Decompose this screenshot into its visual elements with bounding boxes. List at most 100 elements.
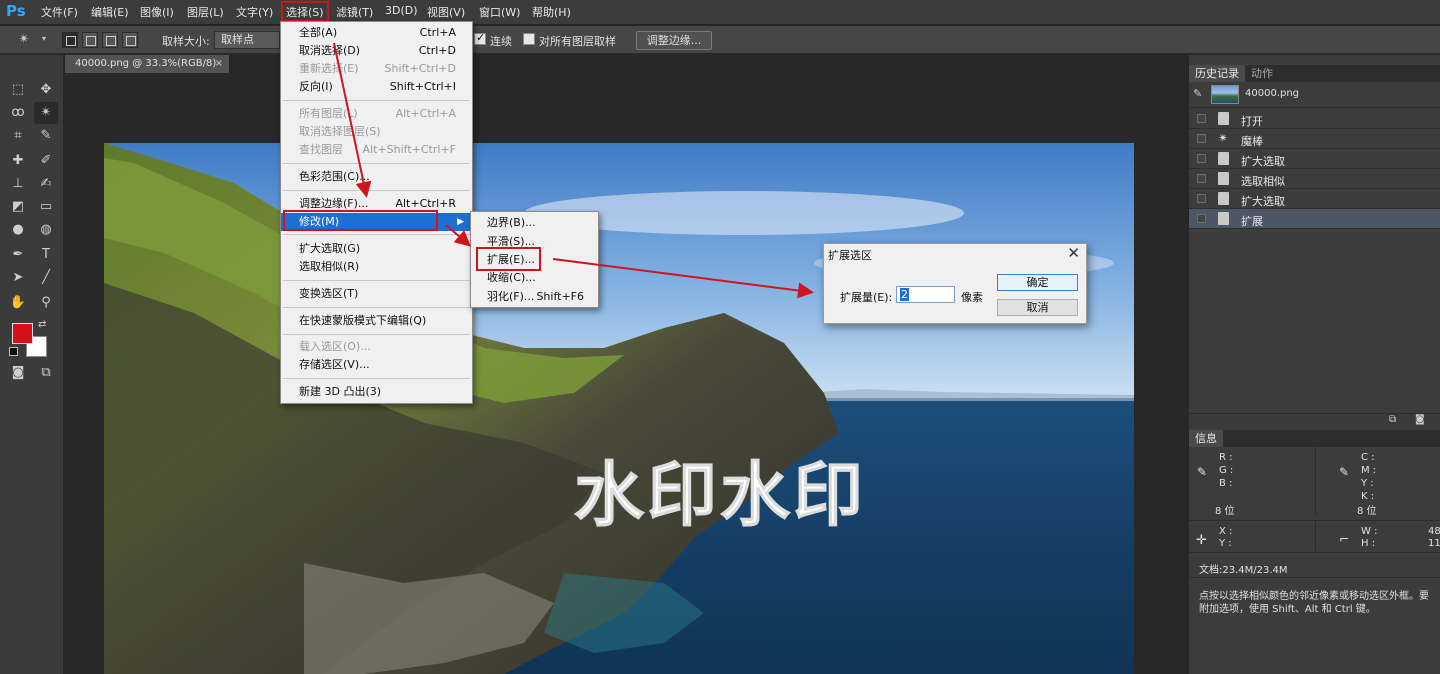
document-canvas[interactable]: 水印水印 [104, 143, 1134, 674]
cancel-button[interactable]: 取消 [997, 299, 1078, 316]
preset-dropdown-arrow-icon[interactable]: ▾ [42, 34, 46, 43]
menu-window[interactable]: 窗口(W) [479, 4, 520, 20]
tab-actions[interactable]: 动作 [1245, 65, 1279, 82]
close-icon[interactable]: ✕ [1067, 244, 1080, 262]
menu-item-quick-mask-edit[interactable]: 在快速蒙版模式下编辑(Q) [281, 312, 472, 330]
clone-stamp-tool-icon[interactable]: ⊥ [6, 173, 30, 195]
swap-colors-icon[interactable]: ⇄ [38, 319, 46, 330]
expand-amount-input[interactable]: 2 [896, 286, 955, 303]
history-state-selected[interactable]: 扩展 [1189, 209, 1440, 229]
submenu-item-border[interactable]: 边界(B)... [471, 214, 598, 232]
eyedropper-tool-icon[interactable]: ✎ [34, 125, 58, 147]
menu-item-deselect[interactable]: 取消选择(D) Ctrl+D [281, 42, 472, 60]
menu-separator [283, 280, 470, 281]
magic-wand-tool-icon[interactable]: ✴ [34, 102, 58, 124]
menu-view[interactable]: 视图(V) [427, 4, 465, 20]
default-colors-icon[interactable] [9, 347, 18, 356]
menu-item-inverse[interactable]: 反向(I) Shift+Ctrl+I [281, 78, 472, 96]
menu-3d[interactable]: 3D(D) [385, 4, 418, 17]
menu-item-grow[interactable]: 扩大选取(G) [281, 240, 472, 258]
close-icon[interactable]: × [215, 55, 223, 73]
menu-item-load-selection[interactable]: 载入选区(O)... [281, 338, 472, 356]
menu-filter[interactable]: 滤镜(T) [336, 4, 373, 20]
history-state[interactable]: 扩大选取 [1189, 189, 1440, 209]
info-hint-line-2: 附加选项，使用 Shift、Alt 和 Ctrl 键。 [1199, 604, 1376, 615]
menu-type[interactable]: 文字(Y) [236, 4, 273, 20]
menu-item-save-selection[interactable]: 存储选区(V)... [281, 356, 472, 374]
photoshop-logo: Ps [6, 2, 26, 20]
sample-size-select[interactable]: 取样点 [214, 31, 280, 49]
menu-item-color-range[interactable]: 色彩范围(C)... [281, 168, 472, 186]
lasso-tool-icon[interactable]: ꝏ [6, 102, 30, 124]
history-state[interactable]: 扩大选取 [1189, 149, 1440, 169]
path-selection-tool-icon[interactable]: ➤ [6, 267, 30, 289]
zoom-tool-icon[interactable]: ⚲ [34, 292, 58, 314]
history-snapshot[interactable]: ✎ 40000.png [1189, 82, 1440, 108]
camera-icon[interactable]: ◙ [1415, 414, 1425, 425]
crop-tool-icon[interactable]: ⌗ [6, 125, 30, 147]
info-y-label: Y : [1361, 478, 1374, 489]
document-icon [1218, 112, 1229, 125]
info-h-label: H : [1361, 538, 1376, 549]
new-selection-icon[interactable] [62, 32, 78, 48]
pen-tool-icon[interactable]: ✒ [6, 244, 30, 266]
refine-edge-button[interactable]: 调整边缘... [636, 31, 712, 50]
menu-help[interactable]: 帮助(H) [532, 4, 571, 20]
history-checkbox[interactable] [1197, 194, 1206, 203]
snapshot-thumbnail [1211, 85, 1239, 104]
document-tab[interactable]: 40000.png @ 33.3%(RGB/8) × [65, 55, 230, 73]
menu-item-deselect-layers[interactable]: 取消选择图层(S) [281, 123, 472, 141]
type-tool-icon[interactable]: T [34, 244, 58, 266]
menu-item-select-all[interactable]: 全部(A) Ctrl+A [281, 24, 472, 42]
sample-all-layers-checkbox[interactable] [523, 33, 535, 45]
line-tool-icon[interactable]: ╱ [34, 267, 58, 289]
hand-tool-icon[interactable]: ✋ [6, 292, 30, 314]
menu-item-all-layers[interactable]: 所有图层(L) Alt+Ctrl+A [281, 105, 472, 123]
eraser-tool-icon[interactable]: ◩ [6, 196, 30, 218]
magic-wand-preset-icon[interactable]: ✴ [12, 29, 36, 51]
menu-item-find-layers[interactable]: 查找图层 Alt+Shift+Ctrl+F [281, 141, 472, 159]
foreground-color-swatch[interactable] [12, 323, 33, 344]
ok-button[interactable]: 确定 [997, 274, 1078, 291]
menu-item-transform-selection[interactable]: 变换选区(T) [281, 285, 472, 303]
healing-brush-tool-icon[interactable]: ✚ [6, 150, 30, 172]
tab-info[interactable]: 信息 [1189, 430, 1223, 447]
move-tool-icon[interactable]: ✥ [34, 79, 58, 101]
history-state[interactable]: 选取相似 [1189, 169, 1440, 189]
submenu-item-feather[interactable]: 羽化(F)... Shift+F6 [471, 288, 598, 306]
add-to-selection-icon[interactable] [82, 32, 98, 48]
subtract-from-selection-icon[interactable] [102, 32, 118, 48]
history-checkbox[interactable] [1197, 174, 1206, 183]
gradient-tool-icon[interactable]: ▭ [34, 196, 58, 218]
tab-history[interactable]: 历史记录 [1189, 65, 1245, 82]
history-checkbox[interactable] [1197, 134, 1206, 143]
menu-layer[interactable]: 图层(L) [187, 4, 224, 20]
submenu-item-contract[interactable]: 收缩(C)... [471, 269, 598, 287]
dodge-tool-icon[interactable]: ◍ [34, 219, 58, 241]
menu-item-similar[interactable]: 选取相似(R) [281, 258, 472, 276]
menu-image[interactable]: 图像(I) [140, 4, 174, 20]
menu-item-reselect[interactable]: 重新选择(E) Shift+Ctrl+D [281, 60, 472, 78]
brush-tool-icon[interactable]: ✐ [34, 150, 58, 172]
history-brush-tool-icon[interactable]: ✍ [34, 173, 58, 195]
quick-mask-icon[interactable]: ◙ [6, 362, 30, 384]
menu-separator [283, 163, 470, 164]
menu-file[interactable]: 文件(F) [41, 4, 78, 20]
info-c-label: C : [1361, 452, 1375, 463]
contiguous-label: 连续 [490, 35, 512, 48]
new-snapshot-icon[interactable]: ⧉ [1389, 414, 1396, 425]
screen-mode-icon[interactable]: ⧉ [34, 362, 58, 384]
history-checkbox[interactable] [1197, 214, 1206, 223]
contiguous-checkbox[interactable]: ✓ [474, 31, 486, 45]
intersect-selection-icon[interactable] [122, 32, 138, 48]
history-checkbox[interactable] [1197, 154, 1206, 163]
marquee-tool-icon[interactable]: ⬚ [6, 79, 30, 101]
blur-tool-icon[interactable]: ● [6, 219, 30, 241]
history-brush-source-icon[interactable]: ✎ [1193, 87, 1202, 100]
history-checkbox[interactable] [1197, 114, 1206, 123]
history-state[interactable]: 打开 [1189, 109, 1440, 129]
menu-edit[interactable]: 编辑(E) [91, 4, 129, 20]
document-area: 40000.png @ 33.3%(RGB/8) × 水印水印 [65, 55, 1187, 674]
menu-item-new-3d-extrusion[interactable]: 新建 3D 凸出(3) [281, 383, 472, 401]
history-state[interactable]: ✴ 魔棒 [1189, 129, 1440, 149]
